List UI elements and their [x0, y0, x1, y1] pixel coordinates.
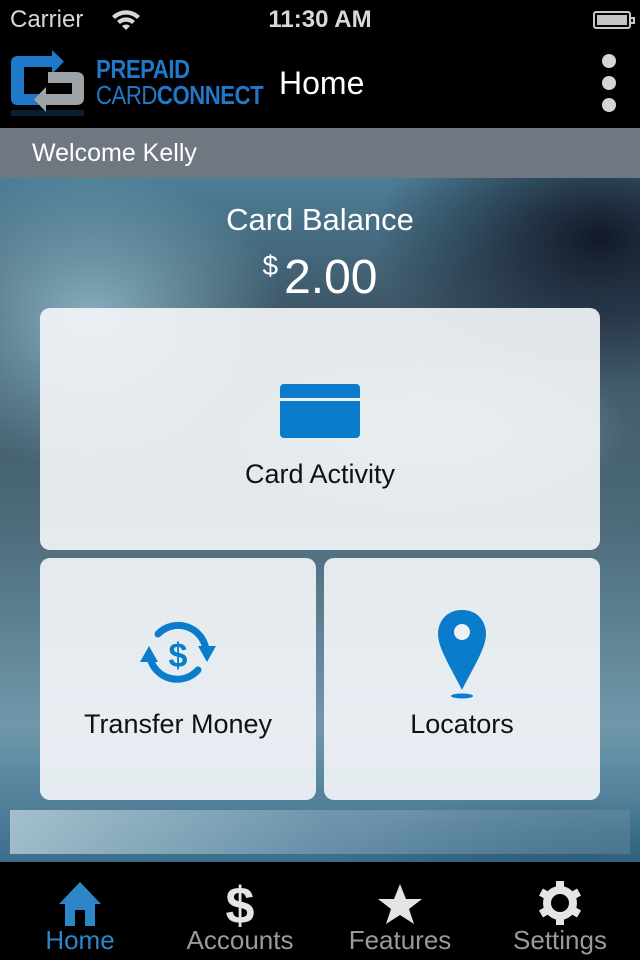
background-strip	[10, 810, 630, 854]
logo-line-prepaid: PREPAID	[96, 54, 190, 84]
logo-icon	[11, 50, 84, 116]
star-icon	[378, 884, 422, 924]
battery-icon	[593, 11, 635, 29]
credit-card-icon	[280, 384, 360, 438]
tab-settings-label: Settings	[513, 925, 607, 955]
svg-text:$: $	[169, 637, 188, 675]
locators-label: Locators	[410, 709, 514, 739]
balance-amount: 2.00	[284, 251, 378, 304]
balance-currency: $	[262, 250, 279, 281]
more-vertical-icon	[602, 54, 616, 68]
map-pin-icon	[438, 610, 486, 699]
locators-tile[interactable]: Locators	[324, 558, 600, 800]
transfer-money-tile[interactable]: $ Transfer Money	[40, 558, 316, 800]
card-activity-label: Card Activity	[244, 459, 396, 489]
tab-home[interactable]: Home	[0, 862, 160, 960]
tab-accounts-label: Accounts	[186, 925, 294, 955]
more-dot	[602, 98, 616, 112]
balance-label: Card Balance	[226, 202, 414, 237]
home-icon	[59, 882, 101, 926]
money-transfer-icon: $	[140, 621, 216, 683]
transfer-money-label: Transfer Money	[83, 709, 273, 739]
tab-bar: Home $ Accounts Features Settings	[0, 862, 640, 960]
svg-text:$: $	[226, 878, 255, 928]
tab-settings[interactable]: Settings	[480, 862, 640, 960]
tab-accounts[interactable]: $ Accounts	[160, 862, 320, 960]
balance-value: $2.00	[0, 250, 640, 305]
logo-wordmark: PREPAID CARDCONNECT	[96, 56, 293, 108]
gear-icon	[538, 881, 582, 925]
welcome-banner: Welcome Kelly	[0, 128, 640, 178]
logo-line-cardconnect: CARDCONNECT	[96, 80, 264, 110]
card-activity-tile[interactable]: Card Activity	[40, 308, 600, 550]
status-bar: Carrier 11:30 AM	[0, 0, 640, 40]
dollar-icon: $	[226, 878, 255, 928]
tab-home-label: Home	[45, 925, 115, 955]
tab-features-label: Features	[348, 925, 452, 955]
navigation-bar: PREPAID CARDCONNECT Home	[0, 40, 640, 128]
more-dot	[602, 76, 616, 90]
page-title: Home	[279, 65, 365, 101]
tab-features[interactable]: Features	[320, 862, 480, 960]
more-menu-button[interactable]	[596, 48, 622, 120]
home-content: Card Balance $2.00 Card Activity $ Trans…	[0, 178, 640, 862]
status-time: 11:30 AM	[268, 6, 372, 33]
